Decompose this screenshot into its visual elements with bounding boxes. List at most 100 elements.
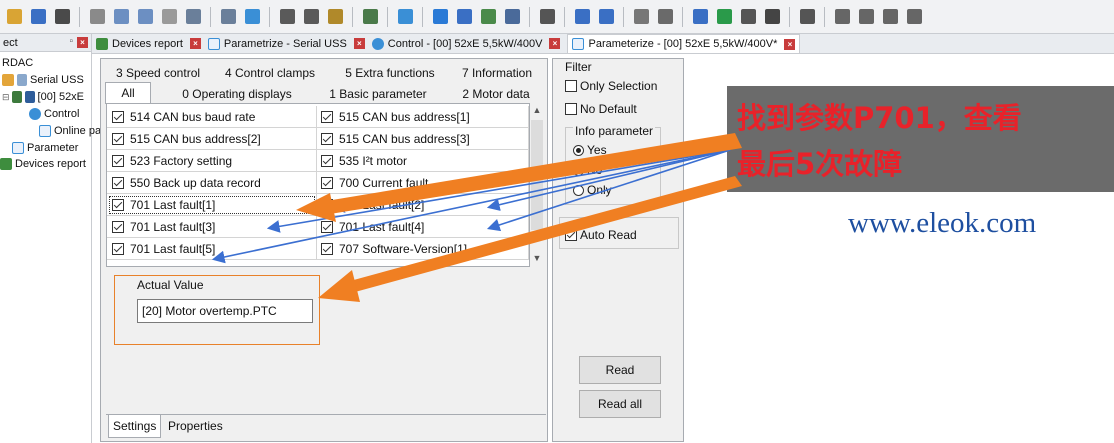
checkbox[interactable]	[112, 242, 124, 255]
window-icon[interactable]	[183, 7, 203, 27]
param-cell[interactable]: 535 I²t motor	[317, 150, 529, 172]
open-icon[interactable]	[4, 7, 24, 27]
param-cell[interactable]: 515 CAN bus address[2]	[107, 128, 317, 150]
param-cell[interactable]: 550 Back up data record	[107, 172, 317, 194]
settings-icon[interactable]	[454, 7, 474, 27]
tab-speed-control[interactable]: 3 Speed control	[105, 63, 211, 83]
meter-icon[interactable]	[537, 7, 557, 27]
param-cell[interactable]: 515 CAN bus address[3]	[317, 128, 529, 150]
first-icon[interactable]	[832, 7, 852, 27]
close-tab-icon[interactable]: ×	[189, 38, 201, 49]
prev-icon[interactable]	[856, 7, 876, 27]
tab-settings[interactable]: Settings	[108, 415, 162, 438]
param-cell[interactable]: 701 Last fault[2]	[317, 194, 529, 216]
checkbox[interactable]	[112, 132, 124, 145]
grid-scrollbar[interactable]: ▲ ▼	[529, 102, 545, 266]
param-cell[interactable]: 701 Last fault[4]	[317, 216, 529, 238]
read-button[interactable]: Read	[579, 356, 661, 384]
param-cell[interactable]: 701 Last fault[3]	[107, 216, 317, 238]
checkbox[interactable]	[321, 176, 333, 189]
window2-icon[interactable]	[218, 7, 238, 27]
checkbox[interactable]	[565, 229, 577, 241]
radio-button[interactable]	[573, 164, 584, 176]
tab-information[interactable]: 7 Information	[453, 63, 541, 83]
radio-only[interactable]: Only	[573, 183, 612, 197]
param-cell[interactable]: 707 Software-Version[1]	[317, 238, 529, 260]
step-icon[interactable]	[797, 7, 817, 27]
table-icon[interactable]	[478, 7, 498, 27]
tool-icon[interactable]	[325, 7, 345, 27]
online-icon[interactable]	[430, 7, 450, 27]
pin-icon[interactable]: ▫	[69, 36, 73, 47]
close-tab-icon[interactable]: ×	[353, 38, 365, 49]
tab-operating-displays[interactable]: 0 Operating displays	[171, 84, 303, 104]
tab-control[interactable]: Control - [00] 52xE 5,5kW/400V ×	[371, 37, 561, 50]
param-cell-selected[interactable]: 701 Last fault[1]	[107, 194, 317, 216]
tab-parameterize-active[interactable]: Parameterize - [00] 52xE 5,5kW/400V* ×	[567, 34, 801, 53]
tab-parametrize-serial-uss[interactable]: Parametrize - Serial USS ×	[207, 37, 365, 50]
delete-icon[interactable]	[159, 7, 179, 27]
tab-motor-data[interactable]: 2 Motor data	[451, 84, 541, 104]
record-icon[interactable]	[738, 7, 758, 27]
checkbox[interactable]	[112, 176, 124, 189]
radio-button[interactable]	[573, 184, 584, 196]
tree-item-devices-report[interactable]: Devices report	[0, 158, 86, 170]
print-icon[interactable]	[277, 7, 297, 27]
stop-icon[interactable]	[762, 7, 782, 27]
scroll-up-icon[interactable]: ▲	[529, 102, 545, 118]
scroll-down-icon[interactable]: ▼	[529, 250, 545, 266]
checkbox[interactable]	[112, 220, 124, 233]
cut-icon[interactable]	[87, 7, 107, 27]
radio-no[interactable]: No	[573, 163, 602, 177]
checkbox[interactable]	[321, 242, 333, 255]
param-cell[interactable]: 514 CAN bus baud rate	[107, 106, 317, 128]
checkbox[interactable]	[112, 198, 124, 211]
print2-icon[interactable]	[301, 7, 321, 27]
tree-item-serial-uss[interactable]: Serial USS	[2, 74, 84, 86]
tree-item-control[interactable]: Control	[29, 108, 79, 120]
checkbox[interactable]	[321, 154, 333, 167]
device2-icon[interactable]	[596, 7, 616, 27]
tab-extra-functions[interactable]: 5 Extra functions	[331, 63, 449, 83]
tree-icon[interactable]	[360, 7, 380, 27]
copy-icon[interactable]	[111, 7, 131, 27]
monitor-icon[interactable]	[502, 7, 522, 27]
param-cell[interactable]: 700 Current fault	[317, 172, 529, 194]
network2-icon[interactable]	[690, 7, 710, 27]
close-tab-icon[interactable]: ×	[549, 38, 561, 49]
radio-button[interactable]	[573, 144, 584, 156]
checkbox[interactable]	[112, 110, 124, 123]
checkbox[interactable]	[565, 103, 577, 115]
save-icon[interactable]	[28, 7, 48, 27]
auto-read-checkbox[interactable]: Auto Read	[565, 228, 637, 242]
filter-icon[interactable]	[395, 7, 415, 27]
tab-devices-report[interactable]: Devices report ×	[96, 37, 201, 50]
zoom-icon[interactable]	[242, 7, 262, 27]
param-cell[interactable]: 515 CAN bus address[1]	[317, 106, 529, 128]
no-default-checkbox[interactable]: No Default	[565, 102, 637, 116]
read-all-button[interactable]: Read all	[579, 390, 661, 418]
tab-control-clamps[interactable]: 4 Control clamps	[215, 63, 325, 83]
checkbox[interactable]	[565, 80, 577, 92]
scroll-thumb[interactable]	[531, 120, 543, 230]
tree-item-online-param[interactable]: Online pa	[39, 125, 101, 137]
tree-item-root[interactable]: RDAC	[2, 57, 33, 69]
checkbox[interactable]	[112, 154, 124, 167]
radio-yes[interactable]: Yes	[573, 143, 607, 157]
play-icon[interactable]	[714, 7, 734, 27]
only-selection-checkbox[interactable]: Only Selection	[565, 79, 657, 93]
param-cell[interactable]: 701 Last fault[5]	[107, 238, 317, 260]
checkbox[interactable]	[321, 220, 333, 233]
checkbox[interactable]	[321, 198, 333, 211]
tree-item-parameter[interactable]: Parameter	[12, 142, 78, 154]
close-tab-icon[interactable]: ×	[784, 38, 796, 50]
next-icon[interactable]	[880, 7, 900, 27]
scan-icon[interactable]	[655, 7, 675, 27]
checkbox[interactable]	[321, 110, 333, 123]
close-icon[interactable]: ×	[77, 37, 88, 48]
network-icon[interactable]	[52, 7, 72, 27]
device-icon[interactable]	[572, 7, 592, 27]
paste-icon[interactable]	[135, 7, 155, 27]
last-icon[interactable]	[904, 7, 924, 27]
param-cell[interactable]: 523 Factory setting	[107, 150, 317, 172]
